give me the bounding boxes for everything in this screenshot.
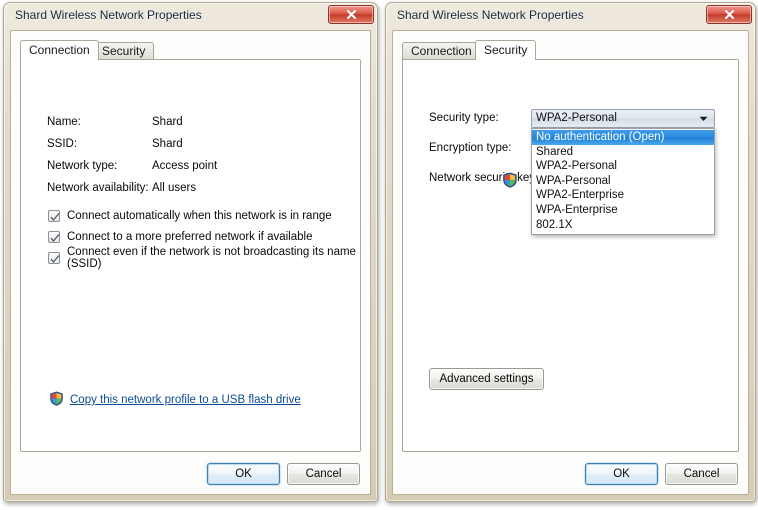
info-row: Name: Shard bbox=[47, 111, 217, 133]
dropdown-option-wpa-enterprise[interactable]: WPA-Enterprise bbox=[532, 203, 714, 218]
ok-button-right[interactable]: OK bbox=[585, 463, 658, 485]
checkbox-non-broadcasting-ssid[interactable]: Connect even if the network is not broad… bbox=[48, 245, 360, 270]
tab-security-right[interactable]: Security bbox=[475, 40, 537, 60]
dropdown-option-wpa2-personal[interactable]: WPA2-Personal bbox=[532, 159, 714, 174]
dropdown-option-no-authentication[interactable]: No authentication (Open) bbox=[532, 130, 714, 145]
info-label: Network type: bbox=[47, 160, 118, 172]
checkbox-checked-icon bbox=[48, 209, 60, 222]
checkbox-checked-icon bbox=[48, 251, 60, 264]
checkbox-label: Connect automatically when this network … bbox=[67, 209, 332, 222]
close-icon bbox=[346, 9, 357, 20]
copy-profile-to-usb-link[interactable]: Copy this network profile to a USB flash… bbox=[49, 391, 301, 409]
tabpanel-connection: Name: Shard SSID: Shard Network type: Ac… bbox=[20, 59, 361, 452]
checkbox-connect-automatically[interactable]: Connect automatically when this network … bbox=[48, 205, 360, 226]
tab-connection-left[interactable]: Connection bbox=[20, 40, 99, 60]
info-row: SSID: Shard bbox=[47, 133, 217, 155]
label-security-type: Security type: bbox=[429, 112, 499, 124]
tabstrip-left: Connection Security bbox=[20, 40, 361, 60]
dropdown-option-wpa-personal[interactable]: WPA-Personal bbox=[532, 174, 714, 189]
footer-buttons-left: OK Cancel bbox=[207, 463, 360, 485]
tab-label: Security bbox=[484, 43, 528, 57]
chevron-down-icon bbox=[696, 110, 711, 127]
tabpanel-security: Security type: Encryption type: Network … bbox=[402, 59, 739, 452]
label-network-security-key: Network security key bbox=[429, 172, 536, 184]
close-button-right[interactable] bbox=[706, 5, 752, 24]
close-icon bbox=[724, 9, 735, 20]
ok-button-left[interactable]: OK bbox=[207, 463, 280, 485]
info-value: Shard bbox=[152, 138, 183, 150]
info-label: SSID: bbox=[47, 138, 78, 150]
cancel-button-right[interactable]: Cancel bbox=[665, 463, 738, 485]
window-connection-properties: Shard Wireless Network Properties Connec… bbox=[3, 2, 378, 502]
security-type-selected-value: WPA2-Personal bbox=[536, 112, 617, 124]
dropdown-option-802-1x[interactable]: 802.1X bbox=[532, 218, 714, 233]
window-title-left: Shard Wireless Network Properties bbox=[15, 8, 202, 22]
window-title-right: Shard Wireless Network Properties bbox=[397, 8, 584, 22]
info-value: All users bbox=[152, 182, 197, 194]
security-type-dropdown-list[interactable]: No authentication (Open) Shared WPA2-Per… bbox=[531, 128, 715, 236]
info-value: Shard bbox=[152, 116, 183, 128]
checkbox-label: Connect even if the network is not broad… bbox=[67, 245, 356, 270]
network-info-list: Name: Shard SSID: Shard Network type: Ac… bbox=[47, 111, 217, 199]
footer-buttons-right: OK Cancel bbox=[585, 463, 738, 485]
dropdown-option-wpa2-enterprise[interactable]: WPA2-Enterprise bbox=[532, 188, 714, 203]
copy-profile-link-label: Copy this network profile to a USB flash… bbox=[70, 394, 301, 406]
client-area-left: Connection Security Name: Shard SSID: Sh… bbox=[10, 30, 371, 495]
checkbox-checked-icon bbox=[48, 230, 60, 243]
checkbox-preferred-network[interactable]: Connect to a more preferred network if a… bbox=[48, 226, 360, 247]
tab-label: Connection bbox=[411, 44, 472, 58]
label-encryption-type: Encryption type: bbox=[429, 142, 512, 154]
security-type-combobox[interactable]: WPA2-Personal bbox=[531, 109, 715, 128]
client-area-right: Connection Security Security type: Encry… bbox=[392, 30, 749, 495]
security-field-labels: Security type: Encryption type: Network … bbox=[429, 112, 535, 202]
uac-shield-icon bbox=[502, 172, 518, 193]
uac-shield-icon bbox=[49, 391, 64, 409]
tab-label: Security bbox=[102, 44, 146, 58]
tab-label: Connection bbox=[29, 43, 90, 57]
screen: Shard Wireless Network Properties Connec… bbox=[0, 0, 758, 510]
close-button-left[interactable] bbox=[328, 5, 374, 24]
dropdown-option-shared[interactable]: Shared bbox=[532, 145, 714, 160]
advanced-settings-button[interactable]: Advanced settings bbox=[429, 368, 544, 390]
info-label: Network availability: bbox=[47, 182, 149, 194]
info-value: Access point bbox=[152, 160, 218, 172]
connection-options-group: Connect automatically when this network … bbox=[48, 205, 360, 270]
tabstrip-right: Connection Security bbox=[402, 40, 739, 60]
tab-security-left[interactable]: Security bbox=[93, 42, 155, 59]
window-security-properties: Shard Wireless Network Properties Connec… bbox=[385, 2, 756, 502]
info-row: Network availability: All users bbox=[47, 177, 217, 199]
cancel-button-left[interactable]: Cancel bbox=[287, 463, 360, 485]
tab-connection-right[interactable]: Connection bbox=[402, 42, 481, 59]
checkbox-label: Connect to a more preferred network if a… bbox=[67, 230, 313, 243]
info-label: Name: bbox=[47, 116, 81, 128]
info-row: Network type: Access point bbox=[47, 155, 217, 177]
